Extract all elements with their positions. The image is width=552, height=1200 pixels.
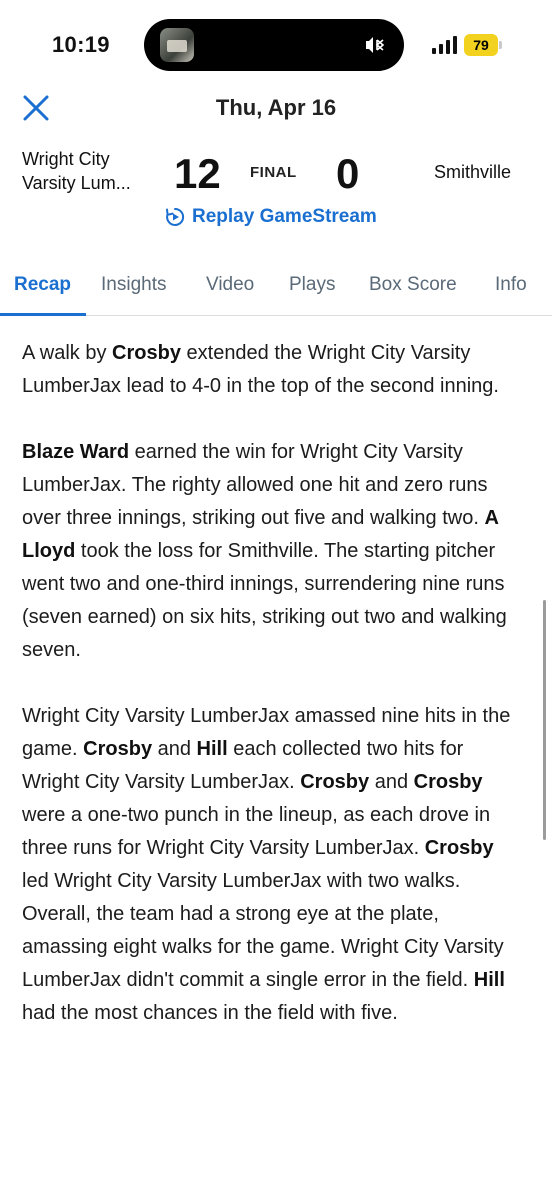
tab-box-score[interactable]: Box Score [369,274,457,296]
player-name: Crosby [83,738,153,760]
scrollbar[interactable] [543,600,546,840]
replay-icon [166,207,185,226]
replay-gamestream-button[interactable]: Replay GameStream [164,206,377,228]
battery-indicator: 79 [464,34,498,56]
home-team-name[interactable]: Wright City Varsity Lum... [22,147,167,195]
replay-label: Replay GameStream [192,206,377,227]
active-tab-indicator [0,313,86,316]
cellular-signal-icon [432,36,457,54]
player-name: Hill [196,738,228,760]
away-team-name[interactable]: Smithville [434,162,511,183]
battery-cap [499,41,502,49]
status-bar: 10:19 79 [0,0,552,92]
home-team-line1: Wright City [22,149,110,169]
player-name: Crosby [112,342,181,364]
dynamic-island[interactable] [144,19,404,71]
player-name: Crosby [413,771,483,793]
tab-info[interactable]: Info [495,274,527,296]
tab-bar: Recap Insights Video Plays Box Score Inf… [0,262,552,316]
recap-paragraph-1: A walk by Crosby extended the Wright Cit… [22,342,499,397]
recap-paragraph-2: Blaze Ward earned the win for Wright Cit… [22,441,507,661]
game-status: FINAL [250,164,297,181]
player-name: Crosby [424,837,494,859]
player-name: Hill [473,969,505,991]
home-score: 12 [174,150,221,197]
recap-paragraph-3: Wright City Varsity LumberJax amassed ni… [22,705,511,1024]
bluetooth-audio-icon [366,37,385,53]
recap-article: A walk by Crosby extended the Wright Cit… [22,337,522,1063]
tab-insights[interactable]: Insights [101,274,166,296]
status-time: 10:19 [52,32,110,57]
player-name: Crosby [300,771,370,793]
now-playing-thumbnail [160,28,194,62]
home-team-line2: Varsity Lum... [22,173,131,193]
tab-recap[interactable]: Recap [14,274,71,296]
game-date: Thu, Apr 16 [215,95,337,120]
player-name: Blaze Ward [22,441,130,463]
away-score: 0 [336,150,360,197]
tab-plays[interactable]: Plays [289,274,335,296]
tab-video[interactable]: Video [206,274,254,296]
